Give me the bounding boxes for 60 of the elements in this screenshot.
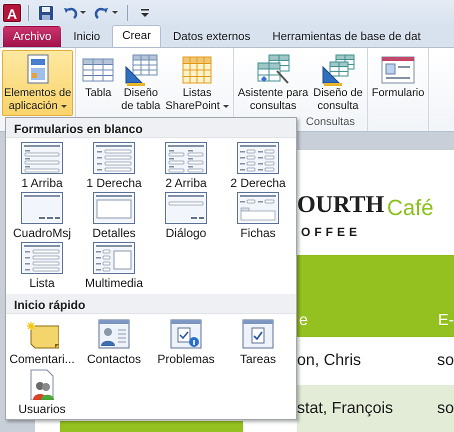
menu-item[interactable]: 1 Arriba [6, 142, 78, 190]
ribbon-tab[interactable]: Datos externos [162, 26, 260, 47]
form-layout-icon [93, 192, 135, 224]
menu-item[interactable]: Comentari... [6, 318, 78, 366]
menu-item[interactable]: Lista [6, 242, 78, 290]
menu-item[interactable]: CuadroMsj [6, 192, 78, 240]
logo-subtext: OFFEE [301, 224, 362, 241]
menu-item[interactable]: Fichas [222, 192, 294, 240]
form-layout-icon [237, 142, 279, 174]
form-layout-icon [165, 142, 207, 174]
form-layout-icon [93, 242, 135, 274]
menu-item[interactable]: Contactos [78, 318, 150, 366]
ribbon-button[interactable]: Formulario [370, 50, 426, 116]
caret-icon [60, 104, 67, 108]
menu-item[interactable]: Usuarios [6, 368, 78, 416]
ribbon-button[interactable]: Diseño de tabla [119, 50, 162, 116]
form-layout-icon [237, 192, 279, 224]
form-layout-icon [21, 192, 63, 224]
menu-item[interactable]: Problemas [150, 318, 222, 366]
table-cell-text: stat, François [297, 398, 394, 418]
table-cell-text: so [437, 351, 454, 371]
section-header: Inicio rápido [6, 294, 296, 314]
table-cell-text: on, Chris [297, 351, 362, 371]
form-layout-icon [165, 192, 207, 224]
section-header: Formularios en blanco [6, 118, 296, 138]
form-layout-icon [21, 242, 63, 274]
menu-item[interactable]: 2 Arriba [150, 142, 222, 190]
form-layout-icon [93, 142, 135, 174]
ribbon-button[interactable]: Tabla [78, 50, 118, 116]
clipboard-icon [169, 318, 203, 350]
column-header: e [299, 311, 308, 331]
table-design-icon [122, 53, 159, 87]
logo-text: Café [387, 196, 434, 220]
menu-item[interactable]: Detalles [78, 192, 150, 240]
menu-item[interactable]: 1 Derecha [78, 142, 150, 190]
ribbon-tab[interactable]: Crear [112, 25, 161, 47]
save-icon [38, 4, 54, 20]
clipboard-icon [241, 318, 275, 350]
ribbon-button[interactable]: Listas SharePoint [163, 50, 231, 116]
ribbon-button[interactable]: Elementos de aplicación [2, 50, 74, 116]
caret-icon [80, 11, 86, 14]
table-cell-text: so [437, 398, 454, 418]
file-tab[interactable]: Archivo [3, 26, 62, 47]
menu-item[interactable]: Tareas [222, 318, 294, 366]
group-label: Consultas [304, 116, 356, 130]
caret-icon [222, 104, 229, 108]
app-icon: A [3, 4, 21, 22]
caret-icon [112, 11, 118, 14]
menu-item[interactable]: 2 Derecha [222, 142, 294, 190]
ribbon-button[interactable]: Asistente para consultas [236, 50, 310, 116]
menu-item[interactable]: Multimedia [78, 242, 150, 290]
form-layout-icon [21, 142, 63, 174]
logo-text: OURTH [297, 192, 384, 218]
menu-item[interactable]: Diálogo [150, 192, 222, 240]
column-header: E- [438, 311, 454, 331]
ribbon-tab[interactable]: Herramientas de base de dat [262, 26, 431, 47]
contact-card-icon [97, 318, 131, 350]
ribbon-tab[interactable]: Inicio [63, 26, 110, 47]
query-design-icon [320, 53, 356, 87]
ribbon-button[interactable]: Diseño de consulta [311, 50, 365, 116]
